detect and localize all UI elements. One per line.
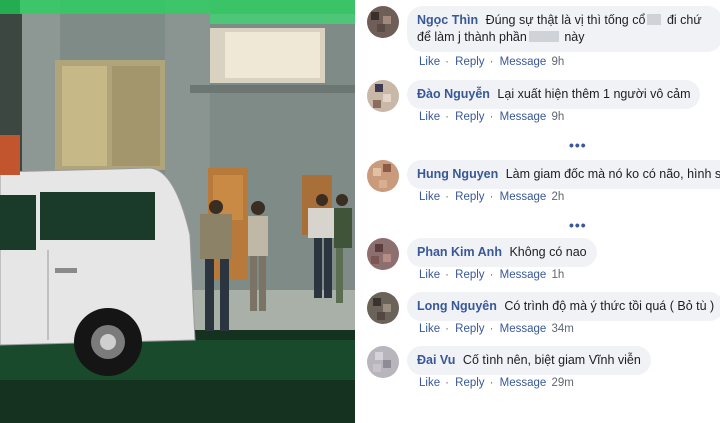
redacted-text xyxy=(528,31,559,42)
avatar[interactable] xyxy=(367,160,399,192)
message-link[interactable]: Message xyxy=(500,377,547,389)
comment-author[interactable]: Hung Nguyen xyxy=(417,167,498,181)
comment-actions: Like · Reply · Message 9h xyxy=(419,111,565,123)
message-link[interactable]: Message xyxy=(500,323,547,335)
comment-author[interactable]: Phan Kim Anh xyxy=(417,245,502,259)
comment-time[interactable]: 29m xyxy=(551,377,573,389)
reply-link[interactable]: Reply xyxy=(455,56,484,68)
comment-time[interactable]: 2h xyxy=(551,191,564,203)
comment-text-part: Đúng sự thật là vị thì tống cổ xyxy=(485,13,646,27)
comment-bubble: Đào Nguyễn Lại xuất hiện thêm 1 người vô… xyxy=(407,80,701,109)
like-link[interactable]: Like xyxy=(419,191,440,203)
comment-author[interactable]: Đai Vu xyxy=(417,353,455,367)
comment-bubble: Hung Nguyen Làm giam đốc mà nó ko có não… xyxy=(407,160,720,189)
comment-time[interactable]: 1h xyxy=(551,269,564,281)
reply-link[interactable]: Reply xyxy=(455,377,484,389)
avatar[interactable] xyxy=(367,80,399,112)
comment-actions: Like · Reply · Message 1h xyxy=(419,269,565,281)
news-photo xyxy=(0,0,355,423)
comment-author[interactable]: Đào Nguyễn xyxy=(417,87,490,101)
reply-link[interactable]: Reply xyxy=(455,111,484,123)
like-link[interactable]: Like xyxy=(419,323,440,335)
comment-text-part: này xyxy=(564,30,585,44)
comment-bubble: Ngọc Thìn Đúng sự thật là vị thì tống cổ… xyxy=(407,6,720,52)
view-more-replies[interactable]: ••• xyxy=(569,217,587,233)
comment-time[interactable]: 9h xyxy=(551,111,564,123)
reply-link[interactable]: Reply xyxy=(455,323,484,335)
message-link[interactable]: Message xyxy=(500,111,547,123)
comment-time[interactable]: 34m xyxy=(551,323,573,335)
like-link[interactable]: Like xyxy=(419,269,440,281)
comment-actions: Like · Reply · Message 2h xyxy=(419,191,565,203)
comment-actions: Like · Reply · Message 29m xyxy=(419,377,574,389)
reply-link[interactable]: Reply xyxy=(455,269,484,281)
comment-bubble: Đai Vu Cố tình nên, biệt giam Vĩnh viễn xyxy=(407,346,651,375)
comment-time[interactable]: 9h xyxy=(551,56,564,68)
redacted-text xyxy=(647,14,662,25)
message-link[interactable]: Message xyxy=(500,269,547,281)
avatar[interactable] xyxy=(367,6,399,38)
comment-text: Lại xuất hiện thêm 1 người vô cảm xyxy=(497,87,691,101)
comment-actions: Like · Reply · Message 34m xyxy=(419,323,574,335)
comment-bubble: Phan Kim Anh Không có nao xyxy=(407,238,597,267)
comment-actions: Like · Reply · Message 9h xyxy=(419,56,565,68)
comment-text-part: thành phần xyxy=(464,30,527,44)
comment-bubble: Long Nguyên Có trình độ mà ý thức tồi qu… xyxy=(407,292,720,321)
view-more-replies[interactable]: ••• xyxy=(569,137,587,153)
comment-text: Cố tình nên, biệt giam Vĩnh viễn xyxy=(462,353,641,367)
comment-author[interactable]: Ngọc Thìn xyxy=(417,13,478,27)
message-link[interactable]: Message xyxy=(500,191,547,203)
reply-link[interactable]: Reply xyxy=(455,191,484,203)
comment-text: Làm giam đốc mà nó ko có não, hình sự xyxy=(505,167,720,181)
like-link[interactable]: Like xyxy=(419,377,440,389)
comment-text: Có trình độ mà ý thức tồi quá ( Bỏ tù ) xyxy=(504,299,715,313)
avatar[interactable] xyxy=(367,292,399,324)
avatar[interactable] xyxy=(367,238,399,270)
avatar[interactable] xyxy=(367,346,399,378)
like-link[interactable]: Like xyxy=(419,56,440,68)
comment-author[interactable]: Long Nguyên xyxy=(417,299,497,313)
street-scene-image xyxy=(0,0,355,423)
comments-panel: Ngọc Thìn Đúng sự thật là vị thì tống cổ… xyxy=(355,0,720,423)
comment-text: Không có nao xyxy=(509,245,587,259)
message-link[interactable]: Message xyxy=(500,56,547,68)
like-link[interactable]: Like xyxy=(419,111,440,123)
